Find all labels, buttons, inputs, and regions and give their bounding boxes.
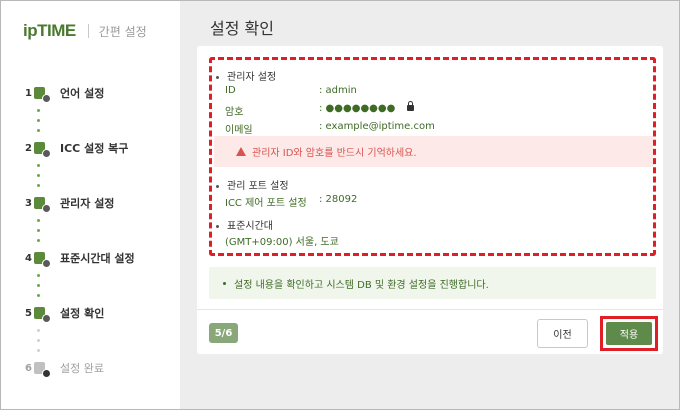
- bullet-icon: [216, 75, 219, 79]
- step-admin: 3 관리자 설정: [25, 193, 114, 213]
- bullet-icon: [223, 281, 226, 285]
- email-value: : example@iptime.com: [319, 121, 435, 132]
- step-number: 4: [25, 252, 32, 264]
- section-label: 관리자 설정: [227, 72, 277, 83]
- lock-icon: [407, 101, 415, 111]
- clock-icon: [34, 251, 51, 268]
- password-value: : ●●●●●●●●: [319, 103, 396, 114]
- icc-port-label: ICC 제어 포트 설정: [225, 198, 307, 209]
- warning-banner: 관리자 ID와 암호를 반드시 기억하세요.: [214, 136, 653, 167]
- password-label: 암호: [225, 107, 244, 118]
- step-icc-restore: 2 ICC 설정 복구: [25, 138, 128, 158]
- step-label: 설정 완료: [60, 362, 104, 375]
- icc-port-value: : 28092: [319, 194, 358, 205]
- confirm-card: 관리자 설정 ID : admin 암호 : ●●●●●●●● 이메일 : ex…: [197, 46, 663, 354]
- timezone-value: (GMT+09:00) 서울, 도쿄: [225, 237, 339, 248]
- confirm-icon: [34, 306, 51, 323]
- step-label: 표준시간대 설정: [60, 252, 135, 265]
- step-label: ICC 설정 복구: [60, 142, 129, 155]
- step-connector: [37, 164, 41, 194]
- step-label: 관리자 설정: [60, 197, 115, 210]
- step-number: 2: [25, 142, 32, 154]
- step-number: 1: [25, 87, 32, 99]
- note-text: 설정 내용을 확인하고 시스템 DB 및 환경 설정을 진행합니다.: [234, 279, 489, 291]
- page-title: 설정 확인: [210, 19, 274, 38]
- warning-icon: [236, 147, 246, 156]
- brand-subtitle: 간편 설정: [98, 24, 147, 39]
- step-connector: [37, 109, 41, 139]
- apply-button[interactable]: 적용: [606, 322, 652, 345]
- language-icon: [34, 86, 51, 103]
- bullet-icon: [216, 184, 219, 188]
- sidebar: ipTIME 간편 설정 1 언어 설정 2 ICC 설정 복구 3 관리자 설…: [1, 1, 180, 409]
- logo-divider: [87, 24, 89, 38]
- step-indicator: 5/6: [209, 323, 238, 343]
- step-number: 6: [25, 362, 32, 374]
- footer-divider: [197, 309, 663, 310]
- step-language: 1 언어 설정: [25, 83, 104, 103]
- prev-button[interactable]: 이전: [537, 319, 588, 348]
- step-complete: 6 설정 완료: [25, 358, 104, 378]
- id-value: : admin: [319, 85, 357, 96]
- info-note: 설정 내용을 확인하고 시스템 DB 및 환경 설정을 진행합니다.: [209, 267, 656, 299]
- step-label: 설정 확인: [60, 307, 105, 320]
- warning-text: 관리자 ID와 암호를 반드시 기억하세요.: [252, 148, 417, 159]
- step-number: 5: [25, 307, 32, 319]
- step-label: 언어 설정: [60, 87, 105, 100]
- brand: ipTIME 간편 설정: [23, 21, 147, 41]
- step-number: 3: [25, 197, 32, 209]
- section-label: 관리 포트 설정: [227, 181, 289, 192]
- admin-section-title: 관리자 설정: [216, 68, 276, 83]
- settings-summary: 관리자 설정 ID : admin 암호 : ●●●●●●●● 이메일 : ex…: [209, 57, 656, 256]
- apply-button-highlight: 적용: [600, 316, 658, 351]
- password-value-row: : ●●●●●●●●: [319, 101, 415, 114]
- icc-restore-icon: [34, 141, 51, 158]
- id-label: ID: [225, 85, 236, 96]
- bullet-icon: [216, 224, 219, 228]
- admin-icon: [34, 196, 51, 213]
- step-connector: [37, 329, 41, 359]
- step-connector: [37, 274, 41, 304]
- timezone-section-title: 표준시간대: [216, 217, 273, 232]
- step-confirm: 5 설정 확인: [25, 303, 104, 323]
- main-panel: 설정 확인 관리자 설정 ID : admin 암호 : ●●●●●●●● 이메…: [180, 1, 679, 409]
- step-connector: [37, 219, 41, 249]
- complete-check-icon: [34, 361, 51, 378]
- email-label: 이메일: [225, 125, 253, 136]
- section-label: 표준시간대: [227, 221, 273, 232]
- port-section-title: 관리 포트 설정: [216, 177, 289, 192]
- step-timezone: 4 표준시간대 설정: [25, 248, 135, 268]
- iptime-logo: ipTIME: [23, 21, 76, 40]
